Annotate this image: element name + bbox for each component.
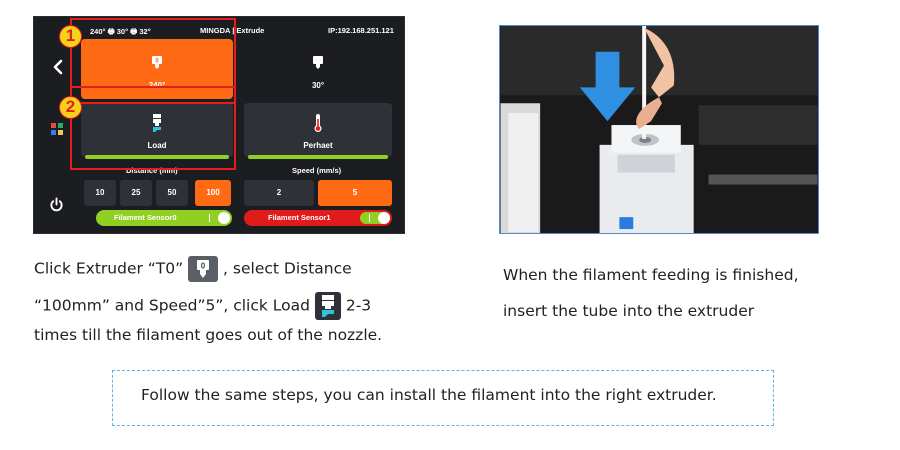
load-icon [314,292,341,320]
t1-temperature: 30° [311,81,325,90]
power-icon[interactable] [49,197,64,212]
speed-header: Speed (mm/s) [292,166,342,175]
note-box: Follow the same steps, you can install t… [112,370,774,426]
extruder-icon: 0 [188,256,219,282]
highlight-step-2 [70,86,236,170]
step-marker-1: 1 [59,25,82,48]
back-arrow-icon[interactable] [50,57,66,77]
status-ip: IP:192.168.251.121 [328,26,394,35]
apps-grid-icon[interactable] [51,123,63,135]
distance-option-50[interactable]: 50 [156,180,188,206]
distance-option-10[interactable]: 10 [84,180,116,206]
preheat-button[interactable]: Perhaet [244,103,392,159]
photo-caption-line-1: When the filament feeding is finished, [503,266,799,284]
instruction-line-1: Click Extruder “T0” 0 , select Distance [34,256,352,282]
sensor0-switch[interactable] [200,212,230,224]
extruder-t1-button[interactable]: 30° [244,39,392,99]
distance-option-25[interactable]: 25 [120,180,152,206]
thermometer-icon [314,114,322,132]
distance-option-100[interactable]: 100 [195,180,231,206]
instruction-text: , select Distance [223,259,352,278]
instruction-line-3: times till the filament goes out of the … [34,326,383,344]
step-marker-2: 2 [59,96,82,119]
sensor1-switch[interactable] [360,212,390,224]
speed-option-5[interactable]: 5 [318,180,392,206]
extruder-icon [313,56,323,69]
filament-sensor1-toggle[interactable]: Filament Sensor1 [244,210,392,226]
filament-sensor0-toggle[interactable]: Filament Sensor0 [96,210,232,226]
note-text: Follow the same steps, you can install t… [141,386,717,404]
sensor1-label: Filament Sensor1 [268,213,331,222]
instruction-line-2: “100mm” and Speed”5”, click Load 2-3 [34,292,371,320]
instruction-text: “100mm” and Speed”5”, click Load [34,296,310,315]
instruction-text: 2-3 [345,296,372,315]
instruction-text: Click Extruder “T0” [34,259,184,278]
svg-text:0: 0 [201,261,206,270]
extruder-photo [499,25,819,234]
speed-option-2[interactable]: 2 [244,180,314,206]
preheat-label: Perhaet [303,141,333,150]
preheat-active-bar [248,155,388,159]
photo-caption-line-2: insert the tube into the extruder [503,302,755,320]
sensor0-label: Filament Sensor0 [114,213,177,222]
